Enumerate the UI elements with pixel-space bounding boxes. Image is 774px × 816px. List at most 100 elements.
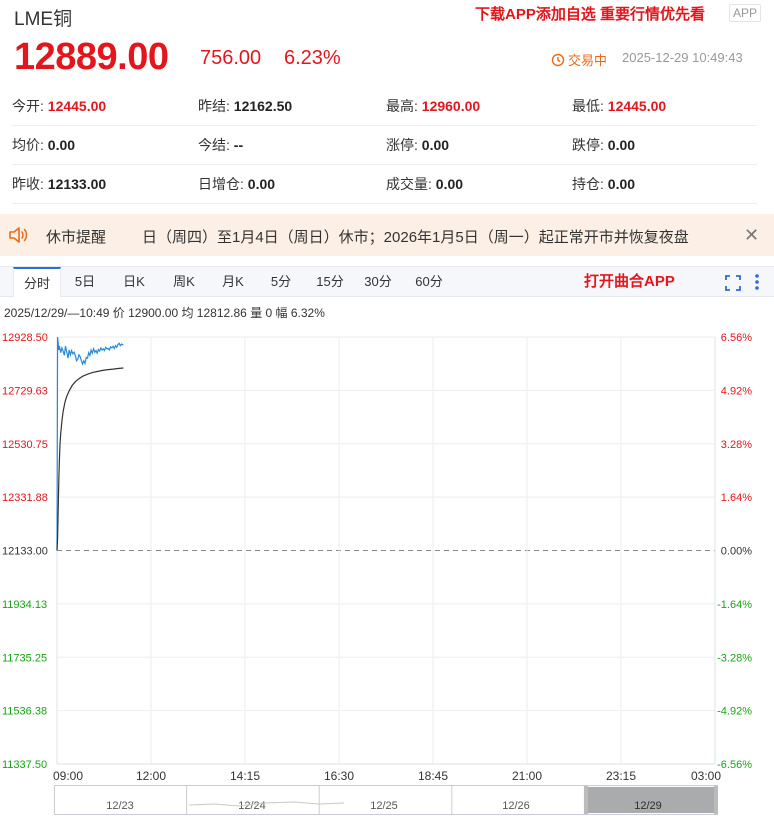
stat-value: 12162.50 <box>233 98 293 114</box>
stat-item: 均价: 0.00 <box>12 126 75 164</box>
open-app-link[interactable]: 打开曲合APP <box>584 267 675 297</box>
stat-label: 成交量: <box>386 176 436 192</box>
stat-label: 均价: <box>12 137 48 153</box>
stat-label: 日增仓: <box>198 176 248 192</box>
x-tick-label: 09:00 <box>53 769 83 783</box>
tab-period[interactable]: 周K <box>160 267 208 297</box>
stat-item: 今结: -- <box>198 126 243 164</box>
tab-period[interactable]: 日K <box>110 267 158 297</box>
stat-value: -- <box>233 137 244 153</box>
tab-period[interactable]: 60分 <box>403 267 455 297</box>
stat-label: 最低: <box>572 98 608 114</box>
tab-period[interactable]: 5日 <box>62 267 108 297</box>
stat-item: 涨停: 0.00 <box>386 126 449 164</box>
intraday-chart[interactable]: 12928.50 6.56% 12729.63 4.92% 12530.75 3.28% 1… <box>0 328 774 786</box>
tab-period[interactable]: 30分 <box>354 267 402 297</box>
price-change: 756.00 <box>200 47 262 69</box>
more-options-icon[interactable] <box>754 273 760 291</box>
stats-row: 今开: 12445.00 昨结: 12162.50 最高: 12960.00 最低: … <box>12 87 757 126</box>
instrument-title: LME铜 <box>14 9 73 30</box>
stat-label: 跌停: <box>572 137 608 153</box>
stat-label: 今开: <box>12 98 48 114</box>
stat-item: 昨收: 12133.00 <box>12 165 106 203</box>
fullscreen-icon[interactable] <box>725 275 741 291</box>
stat-value: 12133.00 <box>47 176 107 192</box>
crosshair-info: 2025/12/29/—10:49 价 12900.00 均 12812.86 … <box>4 306 325 320</box>
trading-status: 交易中 <box>551 50 607 69</box>
x-tick-label: 16:30 <box>324 769 354 783</box>
navigator-handle-left[interactable] <box>584 786 588 814</box>
stats-row: 昨收: 12133.00 日增仓: 0.00 成交量: 0.00 持仓: 0.00 <box>12 165 757 204</box>
stat-label: 今结: <box>198 137 234 153</box>
stat-value: 12445.00 <box>607 98 667 114</box>
stat-value: 0.00 <box>607 137 636 153</box>
y-tick-label-price: 12133.00 <box>2 546 48 558</box>
y-tick-label-price: 12729.63 <box>2 385 48 397</box>
stat-item: 跌停: 0.00 <box>572 126 635 164</box>
tab-period[interactable]: 月K <box>209 267 257 297</box>
y-tick-label-price: 11735.25 <box>2 652 47 664</box>
close-icon[interactable]: ✕ <box>744 226 759 244</box>
y-tick-label-price: 11934.13 <box>2 599 47 611</box>
stat-value: 12960.00 <box>421 98 481 114</box>
stat-item: 持仓: 0.00 <box>572 165 635 203</box>
tab-period[interactable]: 5分 <box>258 267 304 297</box>
market-closure-notice: 休市提醒 日（周四）至1月4日（周日）休市；2026年1月5日（周一）起正常开市… <box>0 214 774 256</box>
y-tick-label-percent: -4.92% <box>717 706 752 718</box>
stat-value: 12445.00 <box>47 98 107 114</box>
x-tick-label: 18:45 <box>418 769 448 783</box>
y-tick-label-price: 11337.50 <box>2 759 47 771</box>
last-price: 12889.00 <box>14 36 169 78</box>
stat-item: 今开: 12445.00 <box>12 87 106 125</box>
stats-row: 均价: 0.00 今结: -- 涨停: 0.00 跌停: 0.00 <box>12 126 757 165</box>
stat-label: 最高: <box>386 98 422 114</box>
navigator-date-label[interactable]: 12/26 <box>502 800 530 812</box>
clock-icon <box>551 53 565 66</box>
navigator-handle-right[interactable] <box>714 786 718 814</box>
y-tick-label-percent: 1.64% <box>721 492 752 504</box>
tab-period[interactable]: 分时 <box>13 267 61 297</box>
y-tick-label-price: 12928.50 <box>2 332 48 344</box>
y-tick-label-price: 12530.75 <box>2 439 48 451</box>
y-tick-label-percent: 6.56% <box>721 332 752 344</box>
trading-status-label: 交易中 <box>568 53 608 68</box>
notice-text: 日（周四）至1月4日（周日）休市；2026年1月5日（周一）起正常开市并恢复夜盘 <box>142 229 689 246</box>
stat-value: 0.00 <box>435 176 464 192</box>
y-tick-label-percent: 3.28% <box>721 439 752 451</box>
y-tick-label-percent: -3.28% <box>717 652 752 664</box>
stat-item: 最高: 12960.00 <box>386 87 480 125</box>
stat-value: 0.00 <box>47 137 76 153</box>
stat-value: 0.00 <box>607 176 636 192</box>
period-tabs: 分时 5日 日K 周K 月K 5分 15分 30分 60分 打开曲合APP <box>0 266 774 297</box>
y-tick-label-percent: 0.00% <box>721 546 752 558</box>
y-tick-label-price: 12331.88 <box>2 492 48 504</box>
y-tick-label-percent: -1.64% <box>717 599 752 611</box>
stat-label: 持仓: <box>572 176 608 192</box>
stat-item: 昨结: 12162.50 <box>198 87 292 125</box>
navigator-date-label-selected[interactable]: 12/29 <box>634 800 662 812</box>
notice-label: 休市提醒 <box>46 229 107 246</box>
quote-time: 2025-12-29 10:49:43 <box>622 50 743 65</box>
download-app-promo[interactable]: 下载APP添加自选 重要行情优先看 <box>475 3 705 24</box>
price-change-percent: 6.23% <box>284 47 341 69</box>
stat-value: 0.00 <box>421 137 450 153</box>
y-tick-label-price: 11536.38 <box>2 706 47 718</box>
y-tick-label-percent: 4.92% <box>721 385 752 397</box>
stat-label: 涨停: <box>386 137 422 153</box>
tab-period[interactable]: 15分 <box>306 267 354 297</box>
average-series-line <box>56 367 124 551</box>
x-tick-label: 23:15 <box>606 769 636 783</box>
app-badge[interactable]: APP <box>729 4 762 22</box>
stat-item: 最低: 12445.00 <box>572 87 666 125</box>
navigator-date-label[interactable]: 12/23 <box>106 800 134 812</box>
y-tick-label-percent: -6.56% <box>717 759 752 771</box>
x-tick-label: 12:00 <box>136 769 166 783</box>
date-navigator[interactable]: 12/2312/2412/2512/2612/2912/29 <box>54 785 718 815</box>
x-tick-label: 03:00 <box>691 769 721 783</box>
speaker-icon <box>9 227 28 243</box>
x-tick-label: 21:00 <box>512 769 542 783</box>
x-tick-label: 14:15 <box>230 769 260 783</box>
navigator-date-label[interactable]: 12/25 <box>370 800 398 812</box>
stat-value: 0.00 <box>247 176 276 192</box>
stat-item: 日增仓: 0.00 <box>198 165 275 203</box>
